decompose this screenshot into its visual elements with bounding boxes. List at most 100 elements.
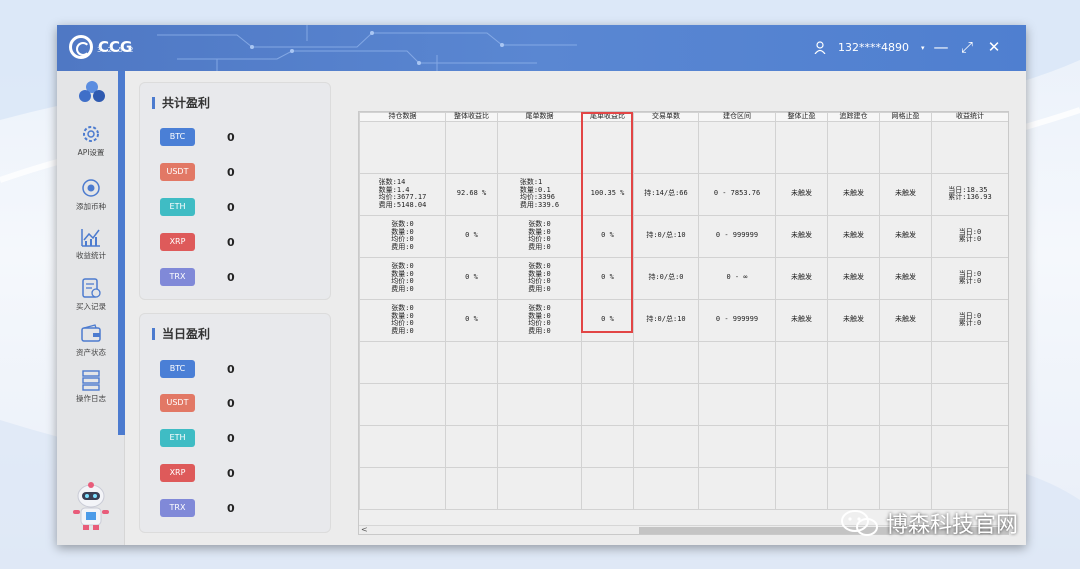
table-cell: [698, 120, 776, 174]
cell-text: 未触发: [791, 189, 812, 198]
cell-text: 当日:0 累计:0: [958, 269, 982, 285]
nav-buy-records[interactable]: 买入记录: [63, 277, 119, 312]
table-row[interactable]: 张数:0 数量:0 均价:0 费用:0 0 % 张数:0 数量:0 均价:0 费用:…: [359, 214, 1008, 258]
table-cell: [775, 340, 828, 384]
table-cell: [581, 120, 634, 174]
table-cell: [497, 120, 582, 174]
table-cell: 张数:1 数量:0.1 均价:3396 费用:339.6: [497, 172, 582, 216]
table-cell: 未触发: [775, 214, 828, 258]
col-header[interactable]: 尾单收益比: [581, 112, 634, 122]
table-cell: [359, 382, 446, 426]
daily-profit-usdt: USDT 0: [160, 394, 235, 412]
col-header[interactable]: 网格止盈: [879, 112, 932, 122]
cell-text: 张数:1 数量:0.1 均价:3396 费用:339.6: [519, 178, 560, 209]
table-header-row: 持仓数据 整体收益比 尾单数据 尾单收益比 交易单数 建仓区间 整体止盈 追踪建…: [359, 112, 1008, 122]
coin-value: 0: [227, 501, 235, 515]
table-cell: 0 %: [581, 256, 634, 300]
nav-profit-stats[interactable]: 收益统计: [63, 226, 119, 261]
nav-label: 操作日志: [76, 394, 106, 403]
total-profit-btc: BTC 0: [160, 128, 235, 146]
col-header[interactable]: 持仓数据: [359, 112, 446, 122]
total-profit-xrp: XRP 0: [160, 233, 235, 251]
table-cell: 未触发: [827, 256, 880, 300]
table-cell: [445, 120, 498, 174]
table-cell: [879, 120, 932, 174]
col-header[interactable]: 建仓区间: [698, 112, 776, 122]
minimize-button[interactable]: —: [933, 38, 949, 56]
nav-asset-status[interactable]: 资产状态: [63, 323, 119, 358]
cell-text: 当日:0 累计:0: [958, 311, 982, 327]
wallet-icon: [81, 324, 101, 342]
cell-text: 张数:0 数量:0 均价:0 费用:0: [528, 304, 551, 335]
close-button[interactable]: ✕: [986, 38, 1002, 56]
table-cell: [633, 424, 699, 468]
chevron-down-icon[interactable]: ▾: [921, 44, 925, 52]
nav-label: 添加币种: [76, 202, 106, 211]
cell-text: 未触发: [791, 231, 812, 240]
coin-badge-eth: ETH: [160, 198, 195, 216]
table-cell: [445, 340, 498, 384]
table-row[interactable]: [359, 424, 1008, 468]
table-cell: 100.35 %: [581, 172, 634, 216]
cell-text: 未触发: [895, 273, 916, 282]
col-header[interactable]: 追踪建仓: [827, 112, 880, 122]
record-icon: [82, 278, 101, 298]
user-menu[interactable]: 132****4890 ▾: [814, 41, 925, 54]
cell-text: 张数:0 数量:0 均价:0 费用:0: [528, 262, 551, 293]
table-row[interactable]: [359, 382, 1008, 426]
nav-api-settings[interactable]: API设置: [63, 123, 119, 158]
table-row[interactable]: [359, 466, 1008, 510]
col-header[interactable]: 交易单数: [633, 112, 699, 122]
table-row[interactable]: [359, 120, 1008, 174]
table-row[interactable]: 张数:0 数量:0 均价:0 费用:0 0 % 张数:0 数量:0 均价:0 费用:…: [359, 256, 1008, 300]
table-cell: [827, 424, 880, 468]
table-row[interactable]: 张数:14 数量:1.4 均价:3677.17 费用:5148.04 92.68 …: [359, 172, 1008, 216]
table-cell: [879, 340, 932, 384]
table-cell: 当日:0 累计:0: [931, 256, 1008, 300]
title-bar: CCG 3.2.5.2 132****4890 ▾ — ⤢ ✕: [57, 25, 1026, 71]
coin-badge-usdt: USDT: [160, 163, 195, 181]
nav-operation-log[interactable]: 操作日志: [63, 369, 119, 404]
cell-text: 0 %: [465, 231, 478, 240]
col-header[interactable]: 收益统计: [931, 112, 1008, 122]
cell-text: 未触发: [843, 315, 864, 324]
col-header[interactable]: 整体收益比: [445, 112, 498, 122]
coin-value: 0: [227, 362, 235, 376]
daily-profit-eth: ETH 0: [160, 429, 235, 447]
table-row[interactable]: 张数:0 数量:0 均价:0 费用:0 0 % 张数:0 数量:0 均价:0 费用:…: [359, 298, 1008, 342]
cell-text: 当日:0 累计:0: [958, 227, 982, 243]
coin-badge-btc: BTC: [160, 128, 195, 146]
app-window: CCG 3.2.5.2 132****4890 ▾ — ⤢ ✕ API设置 添加…: [57, 25, 1026, 545]
coin-value: 0: [227, 431, 235, 445]
cell-text: 0 %: [601, 231, 614, 240]
scroll-left-icon[interactable]: <: [361, 525, 368, 534]
table-row[interactable]: [359, 340, 1008, 384]
col-header[interactable]: 整体止盈: [775, 112, 828, 122]
table-cell: [931, 120, 1008, 174]
table-cell: 当日:18.35 累计:136.93: [931, 172, 1008, 216]
nav-add-coin[interactable]: 添加币种: [63, 177, 119, 212]
coin-badge-eth: ETH: [160, 429, 195, 447]
cell-text: 持:0/总:10: [646, 231, 686, 240]
table-cell: [827, 120, 880, 174]
table-cell: [698, 340, 776, 384]
coin-value: 0: [227, 165, 235, 179]
table-cell: [633, 120, 699, 174]
table-cell: [359, 120, 446, 174]
table-cell: 未触发: [879, 214, 932, 258]
table-cell: 未触发: [879, 256, 932, 300]
cell-text: 当日:18.35 累计:136.93: [948, 185, 992, 201]
table-cell: [827, 466, 880, 510]
total-profit-title: 共计盈利: [152, 97, 210, 109]
cell-text: 张数:14 数量:1.4 均价:3677.17 费用:5148.04: [378, 178, 427, 209]
cell-text: 0 %: [465, 315, 478, 324]
table-cell: 张数:0 数量:0 均价:0 费用:0: [497, 298, 582, 342]
maximize-button[interactable]: ⤢: [959, 38, 975, 56]
table-cell: [359, 466, 446, 510]
coin-value: 0: [227, 235, 235, 249]
add-coin-icon: [82, 179, 100, 197]
col-header[interactable]: 尾单数据: [497, 112, 582, 122]
table-cell: [445, 424, 498, 468]
profit-panel: 共计盈利 BTC 0 USDT 0 ETH 0 XRP 0 TRX 0 当日盈利 BTC 0…: [125, 71, 344, 545]
daily-profit-trx: TRX 0: [160, 499, 235, 517]
